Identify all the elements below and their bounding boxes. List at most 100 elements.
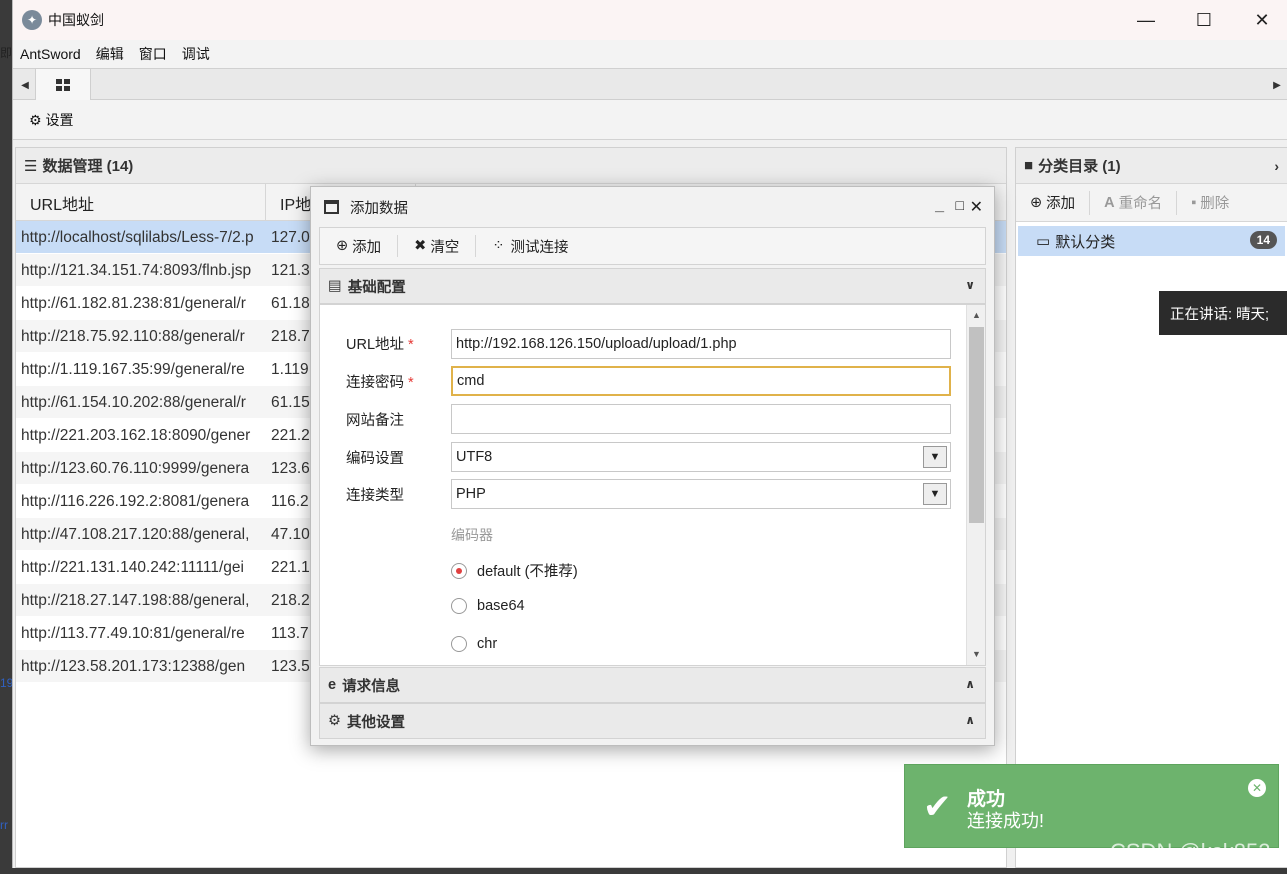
maximize-button[interactable]: ☐ <box>1175 0 1233 40</box>
cell-ip: 221.2 <box>271 426 310 444</box>
menu-antsword[interactable]: AntSword <box>20 46 81 62</box>
tab-scroll-right-icon[interactable]: ▶ <box>1267 69 1287 101</box>
url-label-text: URL地址 <box>346 337 405 353</box>
background-edge-text: rr <box>0 818 8 832</box>
cell-ip: 61.18 <box>271 294 310 312</box>
tab-home[interactable] <box>35 68 91 100</box>
section-basic-config[interactable]: ▤ 基础配置 ∨ <box>319 268 986 304</box>
file-icon: ▤ <box>328 278 342 294</box>
cell-ip: 123.5 <box>271 657 310 675</box>
section-other-label: 其他设置 <box>347 714 405 731</box>
settings-button[interactable]: ⚙ 设置 <box>29 110 73 130</box>
cell-ip: 123.6 <box>271 459 310 477</box>
cell-url: http://116.226.192.2:8081/genera <box>21 492 250 510</box>
cell-url: http://47.108.217.120:88/general, <box>21 525 250 543</box>
category-item-default[interactable]: ▭ 默认分类 14 <box>1018 226 1285 256</box>
category-add-label: 添加 <box>1046 196 1076 212</box>
close-icon[interactable]: ✕ <box>1248 779 1266 797</box>
menu-edit[interactable]: 编辑 <box>96 44 124 64</box>
column-header-url[interactable]: URL地址 <box>16 184 266 221</box>
cell-url: http://221.131.140.242:11111/gei <box>21 558 244 576</box>
cell-ip: 1.119 <box>271 360 309 378</box>
radio-icon[interactable] <box>451 598 467 614</box>
section-other-settings[interactable]: ⚙ 其他设置 ∧ <box>319 703 986 739</box>
dialog-add-button[interactable]: ⊕ 添加 <box>320 235 399 257</box>
close-button[interactable]: ✕ <box>1233 0 1287 40</box>
folder-icon: ■ <box>1024 157 1034 174</box>
scroll-up-icon[interactable]: ▲ <box>972 310 981 320</box>
encoder-option-default[interactable]: default (不推荐) <box>451 560 578 581</box>
menu-debug[interactable]: 调试 <box>182 44 210 64</box>
category-panel-title: 分类目录 (1) <box>1038 158 1121 175</box>
dialog-toolbar: ⊕ 添加 ✖ 清空 ⁘ 测试连接 <box>319 227 986 265</box>
window-icon <box>324 200 339 214</box>
chevron-up-icon: ∧ <box>965 713 975 727</box>
encoder-option-base64[interactable]: base64 <box>451 598 525 614</box>
note-label: 网站备注 <box>346 413 404 429</box>
chevron-down-icon: ∨ <box>965 278 975 292</box>
url-label: URL地址 * <box>346 333 414 354</box>
required-mark: * <box>408 337 414 353</box>
test-connection-label: 测试连接 <box>510 239 569 256</box>
cell-url: http://61.154.10.202:88/general/r <box>21 393 246 411</box>
success-toast: ✔ 成功 连接成功! ✕ <box>904 764 1279 848</box>
cell-ip: 221.1 <box>271 558 310 576</box>
chevron-down-icon: ▼ <box>923 483 947 505</box>
add-data-dialog: 添加数据 _ □ ✕ ⊕ 添加 ✖ 清空 ⁘ 测试连接 ▤ 基础配置 ∨ URL地址 *… <box>310 186 995 746</box>
password-label-text: 连接密码 <box>346 375 404 391</box>
main-toolbar: ⚙ 设置 <box>13 100 1287 140</box>
chevron-up-icon: ∧ <box>965 677 975 691</box>
tab-scroll-left-icon[interactable]: ◀ <box>15 69 35 101</box>
form-scrollbar[interactable]: ▲ ▼ <box>966 305 985 665</box>
category-toolbar: ⊕ 添加 A 重命名 ▪ 删除 <box>1016 184 1287 222</box>
dialog-clear-label: 清空 <box>430 239 460 256</box>
x-icon: ✖ <box>414 238 427 254</box>
category-add-button[interactable]: ⊕ 添加 <box>1016 190 1091 215</box>
note-input[interactable] <box>451 404 951 434</box>
scroll-down-icon[interactable]: ▼ <box>972 649 981 659</box>
plus-circle-icon: ⊕ <box>336 238 349 254</box>
dialog-close-icon[interactable]: ✕ <box>970 197 983 217</box>
scrollbar-thumb[interactable] <box>969 327 984 523</box>
menu-window[interactable]: 窗口 <box>139 44 167 64</box>
minimize-button[interactable]: — <box>1117 0 1175 40</box>
type-select[interactable]: PHP ▼ <box>451 479 951 509</box>
dialog-clear-button[interactable]: ✖ 清空 <box>398 235 477 257</box>
cogs-icon: ⚙ <box>328 713 341 729</box>
section-basic-label: 基础配置 <box>347 279 406 296</box>
encoder-label: 编码器 <box>451 527 493 543</box>
tab-bar: ◀ ▶ <box>13 68 1287 100</box>
cell-url: http://218.27.147.198:88/general, <box>21 591 250 609</box>
dialog-title: 添加数据 <box>350 200 408 217</box>
watermark: CSDN @ksk852 <box>1110 839 1271 864</box>
encoding-label: 编码设置 <box>346 451 404 467</box>
dialog-maximize-icon[interactable]: □ <box>956 197 964 213</box>
window-title: 中国蚁剑 <box>48 12 104 28</box>
radio-icon[interactable] <box>451 562 467 579</box>
radio-icon[interactable] <box>451 636 467 652</box>
password-input[interactable]: cmd <box>451 366 951 396</box>
folder-open-icon: ▭ <box>1036 233 1051 250</box>
category-rename-label: 重命名 <box>1118 196 1163 212</box>
check-icon: ✔ <box>923 788 952 826</box>
encoder-option-chr[interactable]: chr <box>451 636 497 652</box>
encoding-select[interactable]: UTF8 ▼ <box>451 442 951 472</box>
data-panel-title: 数据管理 (14) <box>42 158 134 175</box>
cell-ip: 113.7 <box>271 624 309 642</box>
spinner-icon: ⁘ <box>492 238 505 254</box>
url-input[interactable]: http://192.168.126.150/upload/upload/1.p… <box>451 329 951 359</box>
section-request-info[interactable]: e 请求信息 ∧ <box>319 667 986 703</box>
category-rename-button[interactable]: A 重命名 <box>1090 190 1178 215</box>
chevron-right-icon[interactable]: › <box>1274 158 1279 174</box>
trash-icon: ▪ <box>1191 194 1197 211</box>
type-value: PHP <box>456 486 486 502</box>
type-label: 连接类型 <box>346 488 404 504</box>
cell-url: http://localhost/sqlilabs/Less-7/2.p <box>21 228 254 246</box>
dialog-minimize-icon[interactable]: _ <box>935 197 944 215</box>
cell-ip: 127.0 <box>271 228 310 246</box>
list-icon: ☰ <box>24 157 38 175</box>
category-delete-button[interactable]: ▪ 删除 <box>1177 191 1243 215</box>
test-connection-button[interactable]: ⁘ 测试连接 <box>476 235 584 257</box>
cell-ip: 61.15 <box>271 393 310 411</box>
settings-label: 设置 <box>45 111 74 128</box>
